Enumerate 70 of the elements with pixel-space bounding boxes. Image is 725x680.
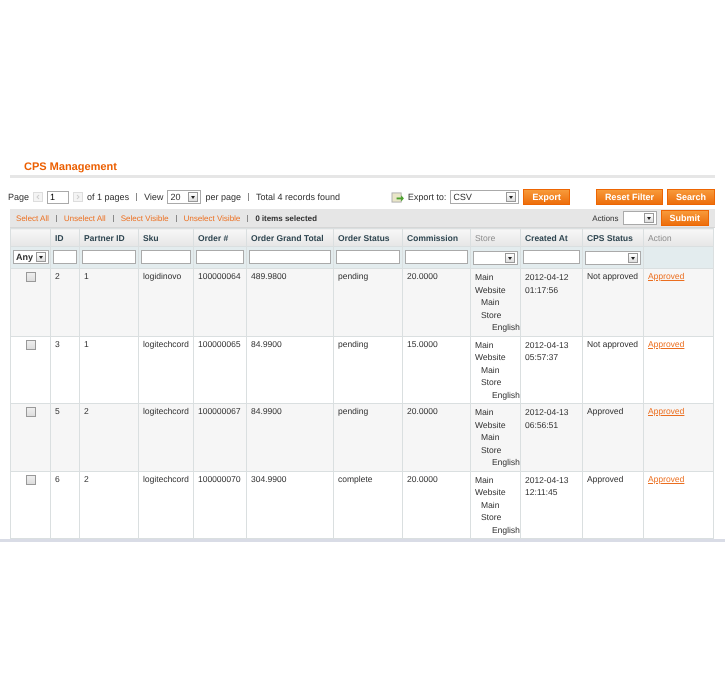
- export-file-icon: [390, 192, 404, 202]
- table-cell: 2: [55, 271, 60, 281]
- table-cell: logidinovo: [143, 271, 182, 281]
- page-label: Page: [8, 192, 30, 202]
- created-at-cell-text: 2012-04-13 12:11:45: [525, 474, 570, 498]
- table-cell: Not approved: [587, 338, 638, 348]
- column-header[interactable]: Sku: [143, 232, 159, 242]
- table-cell: logitechcord: [143, 338, 189, 348]
- table-cell: 100000070: [198, 474, 241, 484]
- selected-label: items selected: [262, 214, 317, 222]
- export-format-select[interactable]: CSV: [450, 190, 520, 204]
- row-checkbox[interactable]: [26, 407, 36, 417]
- page-field[interactable]: 1: [47, 190, 70, 204]
- table-cell: 2: [84, 406, 89, 416]
- table-cell: 100000064: [198, 271, 241, 281]
- table-cell: logitechcord: [143, 406, 189, 416]
- records-count: Total 4 records found: [256, 192, 340, 202]
- row-checkbox[interactable]: [26, 272, 36, 282]
- page-count: of 1 pages: [87, 192, 130, 202]
- table-cell: 20.0000: [407, 271, 438, 281]
- actions-label: Actions: [592, 214, 618, 222]
- filter-field[interactable]: [405, 250, 468, 264]
- table-cell: 3: [55, 338, 60, 348]
- table-cell: 15.0000: [407, 338, 438, 348]
- filter-select[interactable]: [585, 251, 641, 265]
- table-cell: 1: [84, 271, 89, 281]
- table-cell: 1: [84, 338, 89, 348]
- any-filter-select[interactable]: Any: [13, 250, 50, 264]
- table-cell: 489.9800: [251, 271, 286, 281]
- table-cell: Approved: [587, 406, 624, 416]
- table-cell: 100000065: [198, 338, 241, 348]
- table-cell: pending: [338, 271, 368, 281]
- table-cell: 20.0000: [407, 474, 438, 484]
- view-label: View: [144, 192, 164, 202]
- selected-count: 0: [255, 214, 260, 222]
- column-header: Action: [648, 232, 672, 242]
- table-cell: 84.9900: [251, 406, 282, 416]
- table-cell: logitechcord: [143, 474, 189, 484]
- page-title: CPS Management: [24, 161, 118, 173]
- filter-field[interactable]: [196, 250, 244, 264]
- row-checkbox[interactable]: [26, 340, 36, 350]
- table-cell: 6: [55, 474, 60, 484]
- table-cell: pending: [338, 338, 368, 348]
- column-header[interactable]: ID: [55, 232, 64, 242]
- table-cell: 20.0000: [407, 406, 438, 416]
- created-at-cell-text: 2012-04-12 01:17:56: [525, 271, 570, 296]
- table-cell: 5: [55, 406, 60, 416]
- export-label: Export to:: [408, 192, 446, 202]
- table-cell: 2: [84, 474, 89, 484]
- created-at-cell-text: 2012-04-13 06:56:51: [525, 406, 570, 431]
- filter-field[interactable]: [336, 250, 400, 264]
- filter-field[interactable]: [523, 250, 580, 264]
- created-at-cell-text: 2012-04-13 05:57:37: [525, 338, 570, 364]
- table-cell: 100000067: [198, 406, 241, 416]
- table-cell: pending: [338, 406, 368, 416]
- filter-field[interactable]: [141, 250, 191, 264]
- table-cell: complete: [338, 474, 372, 484]
- per-page-label: per page: [205, 192, 241, 202]
- filter-field[interactable]: [82, 250, 136, 264]
- per-page-select[interactable]: 20: [167, 190, 202, 204]
- column-header: Store: [475, 232, 496, 242]
- table-cell: Approved: [587, 474, 624, 484]
- row-checkbox[interactable]: [26, 474, 36, 484]
- filter-field[interactable]: [249, 250, 331, 264]
- table-cell: Not approved: [587, 271, 638, 281]
- table-cell: 84.9900: [251, 338, 282, 348]
- filter-select[interactable]: [473, 251, 518, 265]
- actions-select[interactable]: [622, 211, 656, 225]
- filter-field[interactable]: [53, 250, 77, 264]
- table-cell: 304.9900: [251, 474, 286, 484]
